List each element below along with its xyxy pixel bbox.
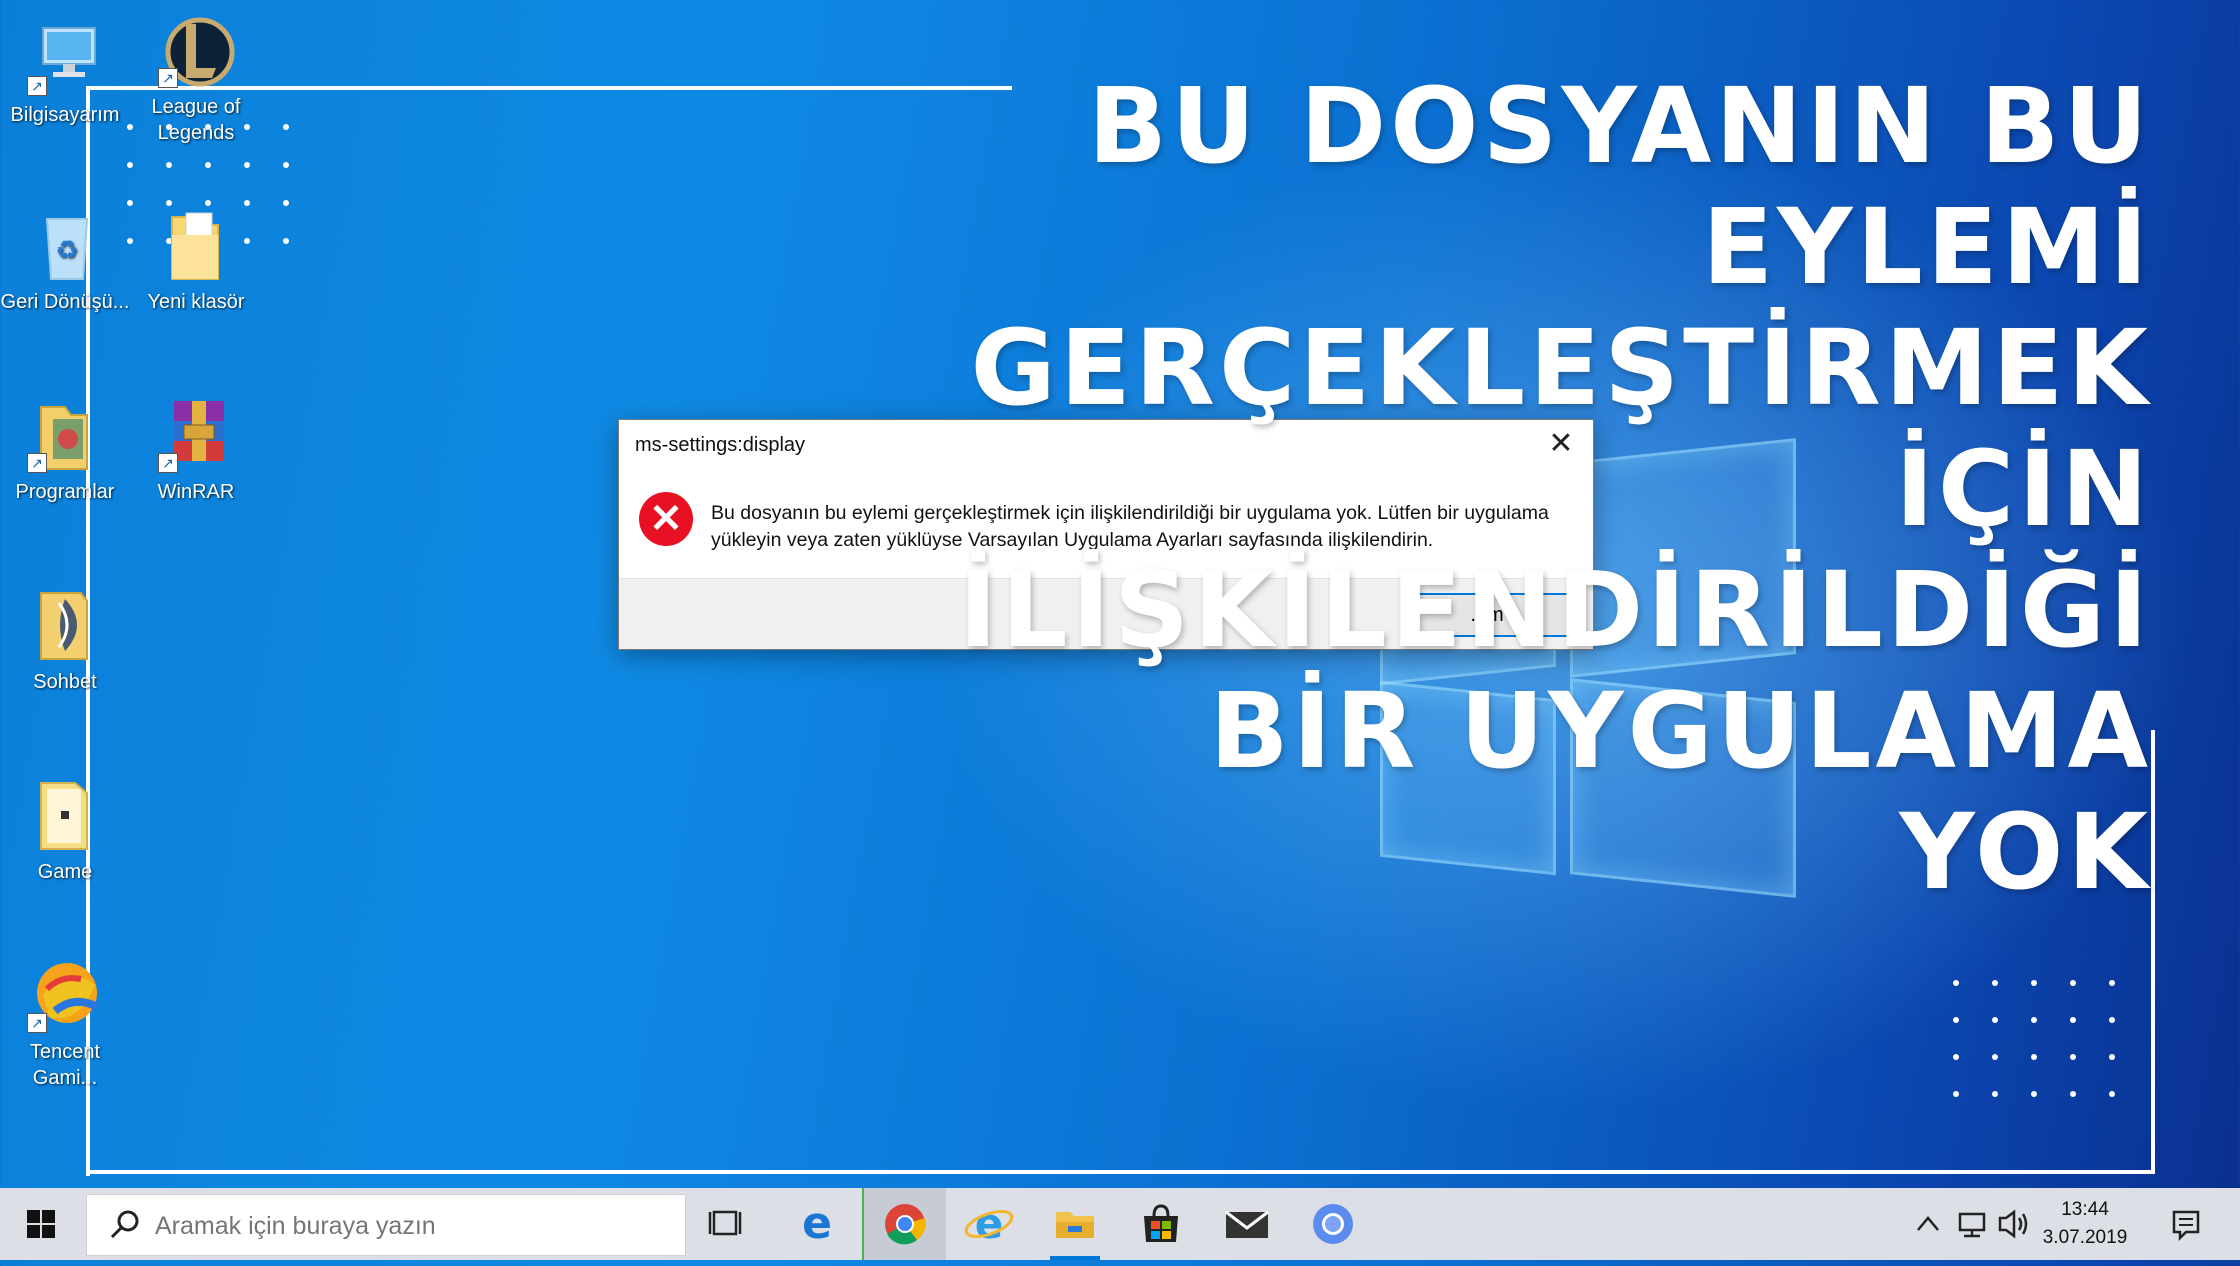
winrar-icon: ↗	[156, 395, 236, 475]
desktop-icon-computer[interactable]: ↗ Bilgisayarım	[0, 18, 130, 128]
headline: BU DOSYANIN BU EYLEMİ GERÇEKLEŞTİRMEK İÇ…	[952, 66, 2152, 913]
desktop-icon-game[interactable]: Game	[0, 775, 130, 885]
search-icon	[110, 1210, 139, 1239]
search-input[interactable]	[153, 1205, 657, 1247]
internet-explorer-icon[interactable]: e	[948, 1188, 1030, 1260]
desktop-icon-label: WinRAR	[157, 481, 235, 503]
headline-line: BİR UYGULAMA	[1209, 670, 2152, 792]
error-icon: ✕	[639, 492, 693, 546]
desktop-icon-label: League of Legends	[151, 96, 241, 144]
taskbar-clock[interactable]: 13:44 3.07.2019	[2030, 1196, 2140, 1252]
dot-grid-right	[1953, 980, 2148, 1128]
desktop-icon-programs[interactable]: ↗ Programlar	[0, 395, 130, 505]
svg-text:e: e	[975, 1199, 1004, 1248]
tencent-gaming-icon: ↗	[25, 955, 105, 1035]
mail-icon[interactable]	[1206, 1188, 1288, 1260]
desktop-icon-winrar[interactable]: ↗ WinRAR	[131, 395, 261, 505]
edge-icon[interactable]: e	[776, 1188, 858, 1260]
store-icon[interactable]	[1120, 1188, 1202, 1260]
desktop-icon-league-of-legends[interactable]: ↗ League of Legends	[131, 10, 261, 146]
desktop-icon-label: Bilgisayarım	[10, 104, 120, 126]
task-view-icon[interactable]	[686, 1188, 768, 1260]
headline-line: İLİŞKİLENDİRİLDİĞİ	[958, 549, 2152, 671]
dialog-title: ms-settings:display	[635, 434, 806, 456]
headline-line: BU DOSYANIN BU	[1087, 65, 2152, 187]
volume-icon[interactable]	[1994, 1188, 2034, 1260]
frame-line-bottom	[86, 1170, 2155, 1174]
chrome-icon[interactable]	[862, 1188, 946, 1260]
folder-icon	[156, 205, 236, 285]
network-icon[interactable]	[1952, 1188, 1992, 1260]
desktop-icon-label: Yeni klasör	[147, 291, 245, 313]
chat-icon	[25, 585, 105, 665]
svg-text:e: e	[802, 1198, 832, 1249]
start-button[interactable]	[0, 1188, 82, 1260]
recycle-bin-icon: ♻	[25, 205, 105, 285]
programs-icon: ↗	[25, 395, 105, 475]
desktop-icon-label: Tencent Gami...	[29, 1041, 101, 1089]
folder-icon	[25, 775, 105, 855]
league-of-legends-icon: ↗	[156, 10, 236, 90]
taskbar: e e	[0, 1188, 2240, 1260]
desktop-icon-label: Geri Dönüşü...	[0, 291, 130, 313]
computer-icon: ↗	[25, 18, 105, 98]
file-explorer-icon[interactable]	[1034, 1188, 1116, 1260]
notification-icon[interactable]	[2164, 1188, 2208, 1260]
clock-time: 13:44	[2061, 1199, 2109, 1220]
desktop-icon-label: Sohbet	[33, 671, 97, 693]
desktop-icon-tencent-gaming[interactable]: ↗ Tencent Gami...	[0, 955, 130, 1091]
headline-line: İÇİN	[1895, 428, 2152, 550]
svg-text:♻: ♻	[55, 236, 78, 266]
desktop-icon-new-folder[interactable]: Yeni klasör	[131, 205, 261, 315]
windows-start-icon	[27, 1210, 55, 1238]
chromium-icon[interactable]	[1292, 1188, 1374, 1260]
chevron-up-icon[interactable]	[1908, 1188, 1948, 1260]
taskbar-search-box[interactable]	[86, 1194, 686, 1256]
clock-date: 3.07.2019	[2042, 1227, 2128, 1248]
headline-line: GERÇEKLEŞTİRMEK	[970, 307, 2152, 429]
desktop-icon-label: Programlar	[15, 481, 115, 503]
headline-line: YOK	[1899, 791, 2152, 913]
headline-line: EYLEMİ	[1702, 186, 2152, 308]
desktop-icon-recycle-bin[interactable]: ♻ Geri Dönüşü...	[0, 205, 130, 315]
desktop-icon-label: Game	[37, 861, 93, 883]
desktop-icon-chat[interactable]: Sohbet	[0, 585, 130, 695]
